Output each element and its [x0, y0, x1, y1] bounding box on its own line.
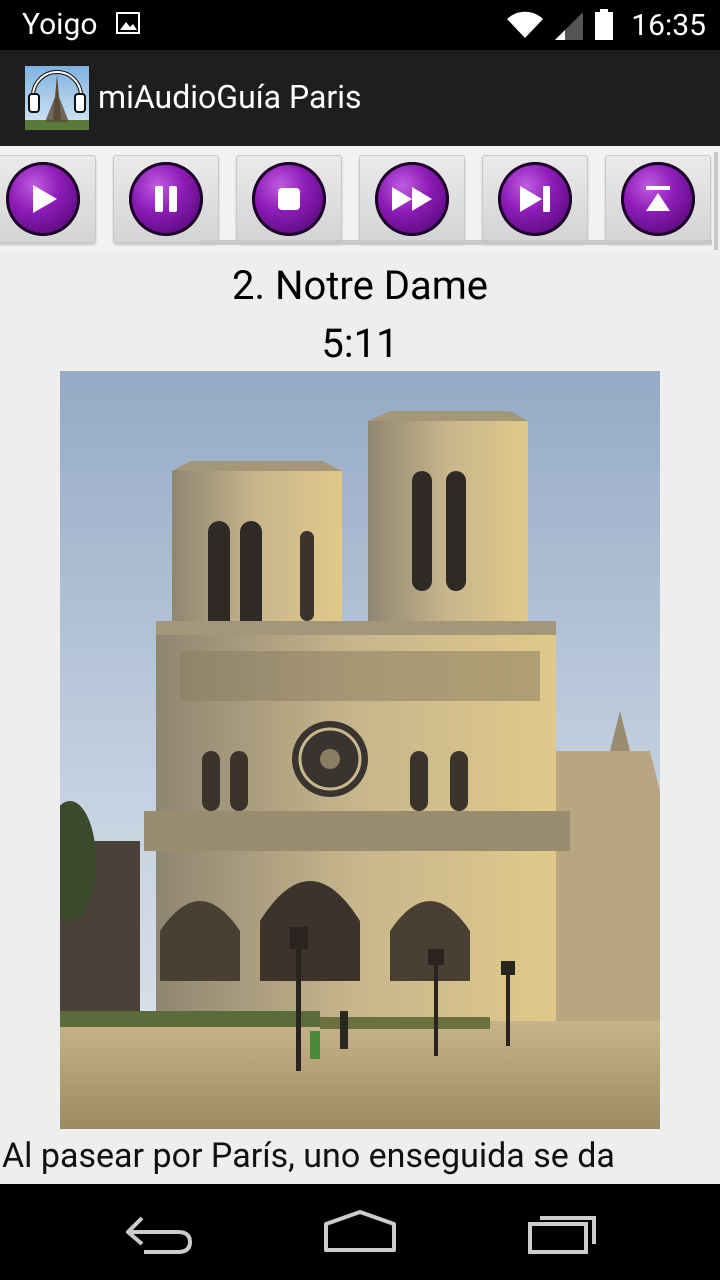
skip-next-icon [520, 186, 550, 212]
back-icon[interactable] [124, 1208, 196, 1258]
action-bar: miAudioGuía Paris [0, 50, 720, 146]
pause-button[interactable] [113, 155, 219, 243]
player-toolbar [0, 146, 720, 252]
home-icon[interactable] [322, 1208, 398, 1258]
status-bar: Yoigo 16:35 [0, 0, 720, 50]
toolbar-vertical-scrollbar[interactable] [714, 152, 718, 250]
signal-icon [555, 12, 584, 40]
app-headphones-eiffel-icon[interactable] [25, 66, 89, 130]
stop-button[interactable] [236, 155, 342, 243]
play-button[interactable] [0, 155, 96, 243]
fast-forward-button[interactable] [359, 155, 465, 243]
notre-dame-photo [60, 371, 660, 1129]
navigation-bar [0, 1184, 720, 1280]
image-notification-icon [116, 12, 140, 34]
battery-icon [595, 9, 614, 40]
description-text: Al pasear por París, uno enseguida se da [2, 1136, 615, 1176]
eject-button[interactable] [605, 155, 711, 243]
eject-icon [646, 186, 670, 211]
fast-forward-icon [392, 187, 432, 211]
recents-icon[interactable] [526, 1208, 598, 1258]
clock: 16:35 [631, 7, 706, 43]
wifi-icon [507, 11, 544, 38]
play-icon [33, 185, 57, 213]
pause-icon [155, 186, 177, 212]
carrier-label: Yoigo [22, 7, 98, 42]
toolbar-scrollbar[interactable] [200, 240, 712, 245]
stop-icon [278, 188, 300, 210]
track-title: 2. Notre Dame [232, 262, 488, 309]
app-title: miAudioGuía Paris [98, 78, 362, 116]
track-duration: 5:11 [321, 320, 399, 367]
next-button[interactable] [482, 155, 588, 243]
